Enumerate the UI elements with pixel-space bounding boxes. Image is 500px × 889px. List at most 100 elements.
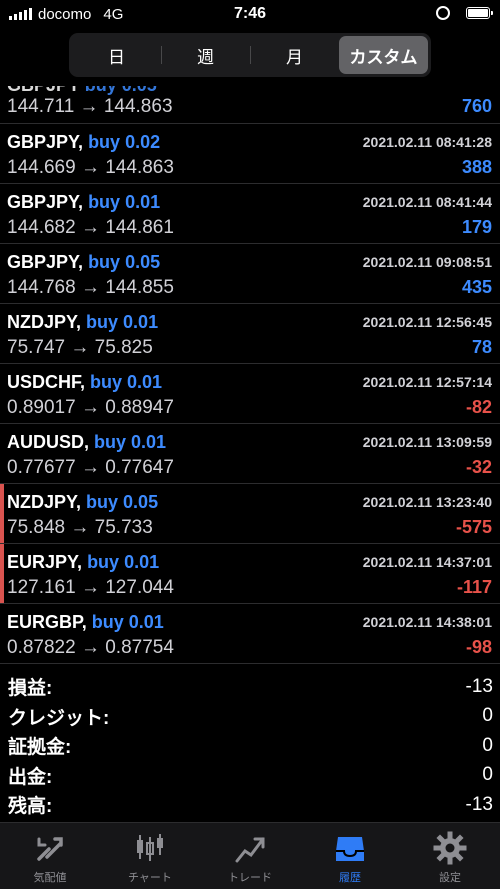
tab-label: 設定 [439,872,461,884]
summary-label: 損益: [8,678,53,700]
tab-label: チャート [128,872,172,884]
summary-value: -13 [465,793,493,815]
trade-row[interactable]: GBPJPY, buy 0.02 2021.02.11 08:41:28 144.6… [0,124,500,184]
trade-row[interactable]: EURJPY, buy 0.01 2021.02.11 14:37:01 127.1… [0,544,500,604]
trade-prices: 0.77677 → 0.77647 [7,457,174,478]
chart-icon [137,834,163,861]
trade-title: NZDJPY, buy 0.05 [7,492,158,513]
summary-value: -13 [465,675,493,697]
bottom-tab-bar: 気配値 チャート トレード 履歴 設定 [0,822,500,889]
trade-symbol: USDCHF, [7,372,86,392]
tab-label: 気配値 [33,872,67,884]
trade-title: EURGBP, buy 0.01 [7,612,164,633]
trade-profit: 760 [461,96,492,116]
alarm-icon [436,6,450,20]
trade-profit: 78 [471,337,492,357]
trade-prices: 144.768 → 144.855 [7,277,174,298]
status-bar: docomo 4G 7:46 [0,0,500,28]
trade-row[interactable]: GBPJPY, buy 0.05 2021.02.11 09:08:51 144.7… [0,244,500,304]
trade-side: buy 0.05 [86,492,159,512]
trade-side: buy 0.02 [88,132,161,152]
trade-prices: 144.682 → 144.861 [7,217,174,238]
summary-row-profit: 損益: -13 [0,672,500,702]
trade-date: 2021.02.11 13:09:59 [362,434,492,450]
trade-symbol: GBPJPY [7,86,80,95]
trade-row[interactable]: NZDJPY, buy 0.05 2021.02.11 13:23:40 75.84… [0,484,500,544]
trade-title: GBPJPY, buy 0.05 [7,252,160,273]
trade-prices: 75.747 → 75.825 [7,337,153,358]
trade-row[interactable]: GBPJPY buy 0.05144.711 → 144.863 760 [0,86,500,124]
tab-custom[interactable]: カスタム [339,36,428,74]
quotes-icon [37,837,63,861]
status-time: 7:46 [233,5,267,22]
trade-prices: 144.669 → 144.863 [7,157,174,178]
trade-profit: 179 [461,217,492,237]
trade-row[interactable]: AUDUSD, buy 0.01 2021.02.11 13:09:59 0.776… [0,424,500,484]
summary-value: 0 [482,705,493,727]
trade-profit: 388 [461,157,492,177]
trade-title: AUDUSD, buy 0.01 [7,432,166,453]
trade-side: buy 0.01 [88,192,161,212]
tab-chart[interactable]: チャート [100,823,200,889]
trade-date: 2021.02.11 14:38:01 [362,614,492,630]
summary-value: 0 [482,734,493,756]
trade-row[interactable]: NZDJPY, buy 0.01 2021.02.11 12:56:45 75.74… [0,304,500,364]
summary-value: 0 [482,764,493,786]
summary-row-deposit: 証拠金: 0 [0,731,500,761]
trade-symbol: AUDUSD, [7,432,90,452]
trade-row[interactable]: EURGBP, buy 0.01 2021.02.11 14:38:01 0.878… [0,604,500,664]
tab-label: トレード [228,872,272,884]
loss-marker [0,544,4,603]
trade-row[interactable]: GBPJPY, buy 0.01 2021.02.11 08:41:44 144.6… [0,184,500,244]
trade-side: buy 0.01 [87,552,160,572]
history-icon [336,837,364,861]
tab-label: 履歴 [339,872,361,884]
trade-title: GBPJPY buy 0.05 [7,86,157,96]
trade-title: USDCHF, buy 0.01 [7,372,162,393]
trade-history-list[interactable]: GBPJPY buy 0.05144.711 → 144.863760GBPJP… [0,86,500,664]
tab-history[interactable]: 履歴 [300,823,400,889]
period-segmented-control: 日 週 月 カスタム [69,33,431,77]
trade-date: 2021.02.11 08:41:28 [362,134,492,150]
trade-side: buy 0.01 [90,372,163,392]
settings-icon [433,831,467,865]
trade-prices: 127.161 → 127.044 [7,577,174,598]
trade-symbol: GBPJPY, [7,132,84,152]
trade-side: buy 0.05 [85,86,157,95]
trade-symbol: NZDJPY, [7,312,82,332]
trade-prices: 144.711 → 144.863 [7,96,173,117]
loss-marker [0,484,4,543]
summary-row-credit: クレジット: 0 [0,702,500,732]
tab-quotes[interactable]: 気配値 [0,823,100,889]
trade-date: 2021.02.11 14:37:01 [362,554,492,570]
trade-symbol: EURJPY, [7,552,83,572]
trade-profit: -98 [465,637,492,657]
trade-prices: 75.848 → 75.733 [7,517,153,538]
trade-side: buy 0.01 [91,612,164,632]
summary-row-withdrawal: 出金: 0 [0,761,500,791]
trade-profit: -32 [465,457,492,477]
trade-title: EURJPY, buy 0.01 [7,552,159,573]
tab-settings[interactable]: 設定 [400,823,500,889]
trade-row[interactable]: USDCHF, buy 0.01 2021.02.11 12:57:14 0.890… [0,364,500,424]
tab-week[interactable]: 週 [161,36,250,74]
tab-day[interactable]: 日 [72,36,161,74]
tab-month[interactable]: 月 [250,36,339,74]
trade-symbol: EURGBP, [7,612,87,632]
tab-trade[interactable]: トレード [200,823,300,889]
trade-date: 2021.02.11 12:57:14 [362,374,492,390]
trade-date: 2021.02.11 12:56:45 [362,314,492,330]
trade-symbol: GBPJPY, [7,252,84,272]
account-summary: 損益: -13 クレジット: 0 証拠金: 0 出金: 0 残高: -13 [0,672,500,820]
summary-label: クレジット: [8,707,110,729]
trade-profit: -82 [465,397,492,417]
summary-label: 残高: [8,796,53,818]
trade-date: 2021.02.11 08:41:44 [362,194,492,210]
summary-row-balance: 残高: -13 [0,790,500,820]
trade-icon [235,837,265,863]
trade-prices: 0.87822 → 0.87754 [7,637,174,658]
battery-icon [466,7,493,19]
summary-label: 証拠金: [8,737,72,759]
trade-side: buy 0.05 [88,252,161,272]
trade-prices: 0.89017 → 0.88947 [7,397,174,418]
